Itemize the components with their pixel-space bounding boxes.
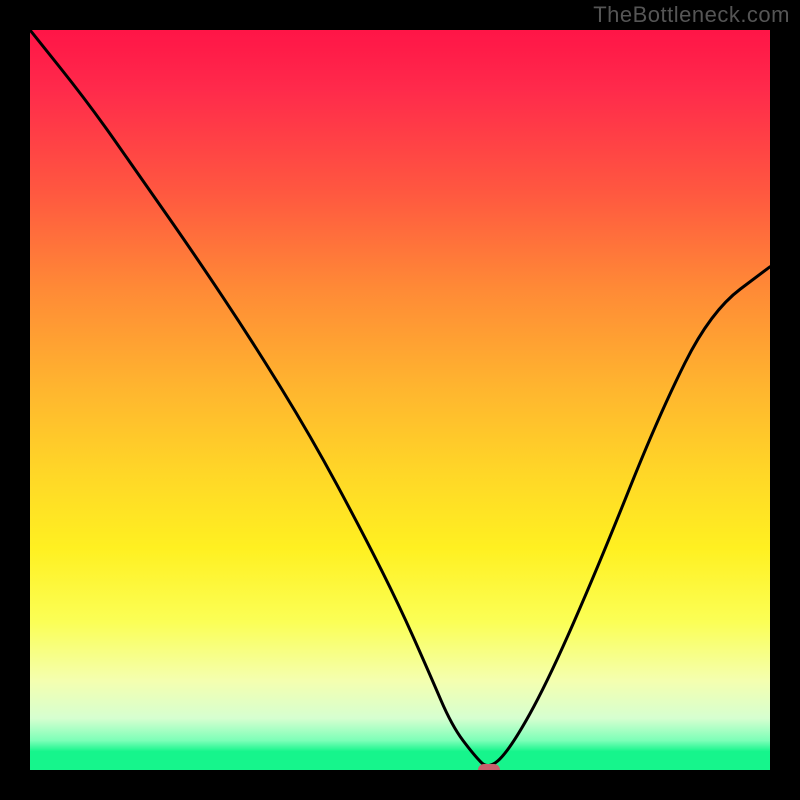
chart-frame: TheBottleneck.com: [0, 0, 800, 800]
watermark-text: TheBottleneck.com: [593, 2, 790, 28]
plot-area: [30, 30, 770, 770]
optimal-point-marker: [478, 764, 500, 770]
bottleneck-curve: [30, 30, 770, 770]
